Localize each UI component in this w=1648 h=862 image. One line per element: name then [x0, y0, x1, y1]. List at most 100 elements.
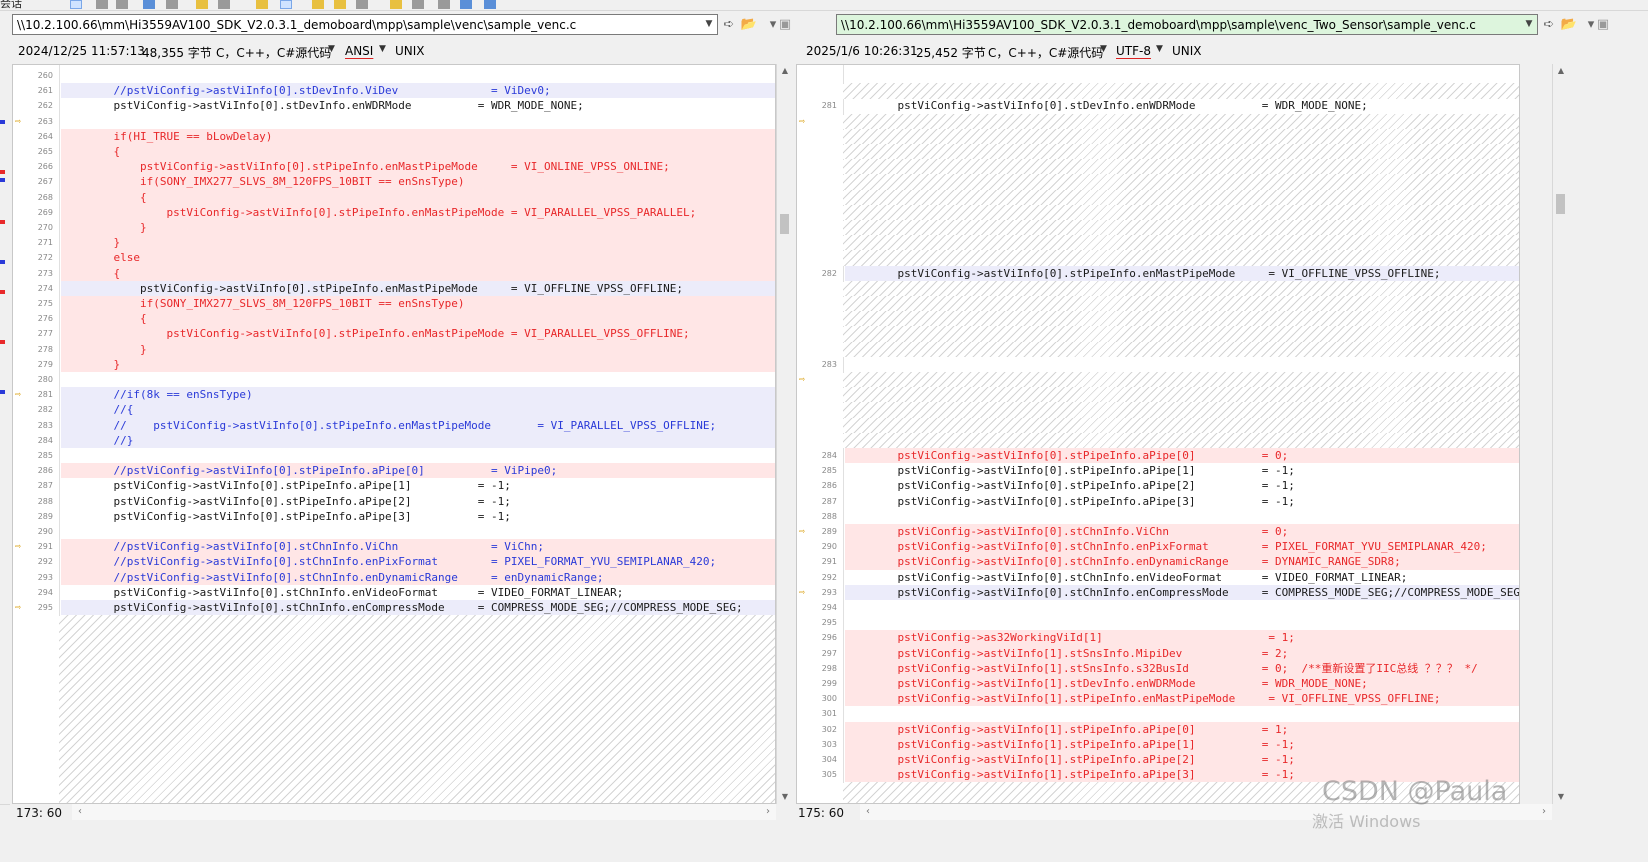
- right-encoding[interactable]: UTF-8: [1116, 44, 1151, 58]
- code-line[interactable]: ⇨: [797, 372, 1519, 387]
- right-path-input[interactable]: \\10.2.100.66\mm\Hi3559AV100_SDK_V2.0.3.…: [836, 14, 1538, 35]
- left-path-input[interactable]: \\10.2.100.66\mm\Hi3559AV100_SDK_V2.0.3.…: [12, 14, 718, 35]
- code-line[interactable]: 292 //pstViConfig->astViInfo[0].stChnInf…: [13, 554, 775, 570]
- left-overview-bar[interactable]: [0, 60, 8, 860]
- code-line[interactable]: [797, 433, 1519, 448]
- code-line[interactable]: 277 pstViConfig->astViInfo[0].stPipeInfo…: [13, 326, 775, 342]
- code-line[interactable]: 284 pstViConfig->astViInfo[0].stPipeInfo…: [797, 448, 1519, 464]
- code-line[interactable]: 263 ⇨: [13, 114, 775, 129]
- refresh-icon[interactable]: [166, 0, 178, 9]
- code-line[interactable]: 302 pstViConfig->astViInfo[1].stPipeInfo…: [797, 721, 1519, 737]
- save-disabled-icon[interactable]: ▣: [776, 16, 794, 33]
- right-code-view[interactable]: 281 pstViConfig->astViInfo[0].stDevInfo.…: [796, 64, 1520, 804]
- left-filetype[interactable]: C，C++，C#源代码: [216, 44, 331, 61]
- code-line[interactable]: [797, 235, 1519, 250]
- diff-marker-icon[interactable]: ⇨: [15, 387, 25, 402]
- save-icon[interactable]: [143, 0, 155, 9]
- code-line[interactable]: 274 pstViConfig->astViInfo[0].stPipeInfo…: [13, 280, 775, 296]
- code-line[interactable]: [797, 402, 1519, 417]
- code-line[interactable]: 287 pstViConfig->astViInfo[0].stPipeInfo…: [13, 478, 775, 493]
- code-line[interactable]: 294 pstViConfig->astViInfo[0].stChnInfo.…: [13, 585, 775, 600]
- code-line[interactable]: 271 }: [13, 235, 775, 251]
- filetype-dropdown-icon[interactable]: ▼: [1100, 44, 1107, 54]
- open-folder-icon[interactable]: 📂: [740, 16, 758, 33]
- encoding-dropdown-icon[interactable]: ▼: [379, 44, 386, 54]
- scroll-left-icon[interactable]: ‹: [72, 804, 88, 820]
- code-line[interactable]: 283: [797, 357, 1519, 372]
- code-line[interactable]: 270 }: [13, 220, 775, 236]
- code-line[interactable]: [797, 418, 1519, 433]
- rules-icon[interactable]: [196, 0, 208, 9]
- code-line[interactable]: 281 ⇨ //if(8k == enSnsType): [13, 387, 775, 403]
- code-line[interactable]: 295: [797, 615, 1519, 630]
- code-line[interactable]: [797, 159, 1519, 174]
- code-line[interactable]: 282 //{: [13, 402, 775, 418]
- code-line[interactable]: 278 }: [13, 341, 775, 357]
- filter-icon[interactable]: [312, 0, 324, 9]
- code-line[interactable]: 288: [797, 509, 1519, 524]
- scroll-down-icon[interactable]: ▼: [1553, 790, 1569, 804]
- copy-icon[interactable]: [412, 0, 424, 9]
- code-line[interactable]: 298 pstViConfig->astViInfo[1].stSnsInfo.…: [797, 660, 1519, 676]
- code-line[interactable]: [797, 174, 1519, 189]
- report-icon[interactable]: [460, 0, 472, 9]
- code-line[interactable]: [797, 190, 1519, 205]
- select-tool-icon[interactable]: [70, 0, 82, 9]
- diff-marker-icon[interactable]: ⇨: [15, 600, 25, 615]
- code-line[interactable]: 280: [13, 372, 775, 387]
- code-line[interactable]: 265 {: [13, 144, 775, 160]
- code-line[interactable]: 267 if(SONY_IMX277_SLVS_8M_120FPS_10BIT …: [13, 174, 775, 190]
- code-line[interactable]: [797, 83, 1519, 98]
- code-line[interactable]: 284 //}: [13, 432, 775, 448]
- code-line[interactable]: [797, 342, 1519, 357]
- code-line[interactable]: 299 pstViConfig->astViInfo[1].stDevInfo.…: [797, 676, 1519, 692]
- encoding-dropdown-icon[interactable]: ▼: [1156, 44, 1163, 54]
- left-vertical-scrollbar[interactable]: ▲ ▼: [776, 64, 792, 804]
- right-vertical-scrollbar[interactable]: ▲ ▼: [1552, 64, 1568, 804]
- swap-icon[interactable]: [390, 0, 402, 9]
- left-encoding[interactable]: ANSI: [345, 44, 373, 58]
- code-line[interactable]: 273 {: [13, 265, 775, 281]
- scroll-down-icon[interactable]: ▼: [777, 790, 793, 804]
- open-folder-icon[interactable]: 📂: [1560, 16, 1578, 33]
- code-line[interactable]: 293 //pstViConfig->astViInfo[0].stChnInf…: [13, 569, 775, 585]
- code-line[interactable]: ⇨: [797, 114, 1519, 129]
- code-line[interactable]: 288 pstViConfig->astViInfo[0].stPipeInfo…: [13, 494, 775, 509]
- code-line[interactable]: 287 pstViConfig->astViInfo[0].stPipeInfo…: [797, 494, 1519, 509]
- code-line[interactable]: 281 pstViConfig->astViInfo[0].stDevInfo.…: [797, 98, 1519, 113]
- diff-arrow-icon[interactable]: ➪: [720, 16, 738, 33]
- scroll-up-icon[interactable]: ▲: [777, 64, 793, 78]
- diff-marker-icon[interactable]: ⇨: [15, 539, 25, 554]
- diff-marker-icon[interactable]: ⇨: [799, 114, 809, 129]
- edit-icon[interactable]: [280, 0, 292, 9]
- code-line[interactable]: [797, 281, 1519, 296]
- code-line[interactable]: 300 pstViConfig->astViInfo[1].stPipeInfo…: [797, 691, 1519, 707]
- code-line[interactable]: 276 {: [13, 311, 775, 327]
- scroll-thumb[interactable]: [1556, 194, 1565, 214]
- code-line[interactable]: 264 if(HI_TRUE == bLowDelay): [13, 128, 775, 144]
- dropdown-icon[interactable]: ▼: [703, 17, 715, 32]
- help-icon[interactable]: [484, 0, 496, 9]
- code-line[interactable]: 291 pstViConfig->astViInfo[0].stChnInfo.…: [797, 554, 1519, 570]
- code-line[interactable]: 292 pstViConfig->astViInfo[0].stChnInfo.…: [797, 570, 1519, 585]
- session-menu[interactable]: 会话: [0, 0, 22, 10]
- code-line[interactable]: 294: [797, 600, 1519, 615]
- diff-marker-icon[interactable]: ⇨: [799, 372, 809, 387]
- code-line[interactable]: 285: [13, 448, 775, 463]
- code-line[interactable]: [797, 311, 1519, 326]
- code-line[interactable]: 283 // pstViConfig->astViInfo[0].stPipeI…: [13, 417, 775, 433]
- page-icon[interactable]: [438, 0, 450, 9]
- diff-marker-icon[interactable]: ⇨: [799, 524, 809, 539]
- code-line[interactable]: 266 pstViConfig->astViInfo[0].stPipeInfo…: [13, 159, 775, 175]
- code-line[interactable]: 286 //pstViConfig->astViInfo[0].stPipeIn…: [13, 463, 775, 479]
- code-line[interactable]: 303 pstViConfig->astViInfo[1].stPipeInfo…: [797, 736, 1519, 752]
- diff-marker-icon[interactable]: ⇨: [799, 585, 809, 600]
- code-line[interactable]: [797, 387, 1519, 402]
- diff-arrow-icon[interactable]: ➪: [1540, 16, 1558, 33]
- left-horizontal-scrollbar[interactable]: ‹ ›: [72, 804, 776, 820]
- code-line[interactable]: 262 pstViConfig->astViInfo[0].stDevInfo.…: [13, 98, 775, 113]
- code-line[interactable]: 269 pstViConfig->astViInfo[0].stPipeInfo…: [13, 204, 775, 220]
- code-line[interactable]: [797, 296, 1519, 311]
- settings-icon[interactable]: [218, 0, 230, 9]
- code-line[interactable]: [797, 250, 1519, 265]
